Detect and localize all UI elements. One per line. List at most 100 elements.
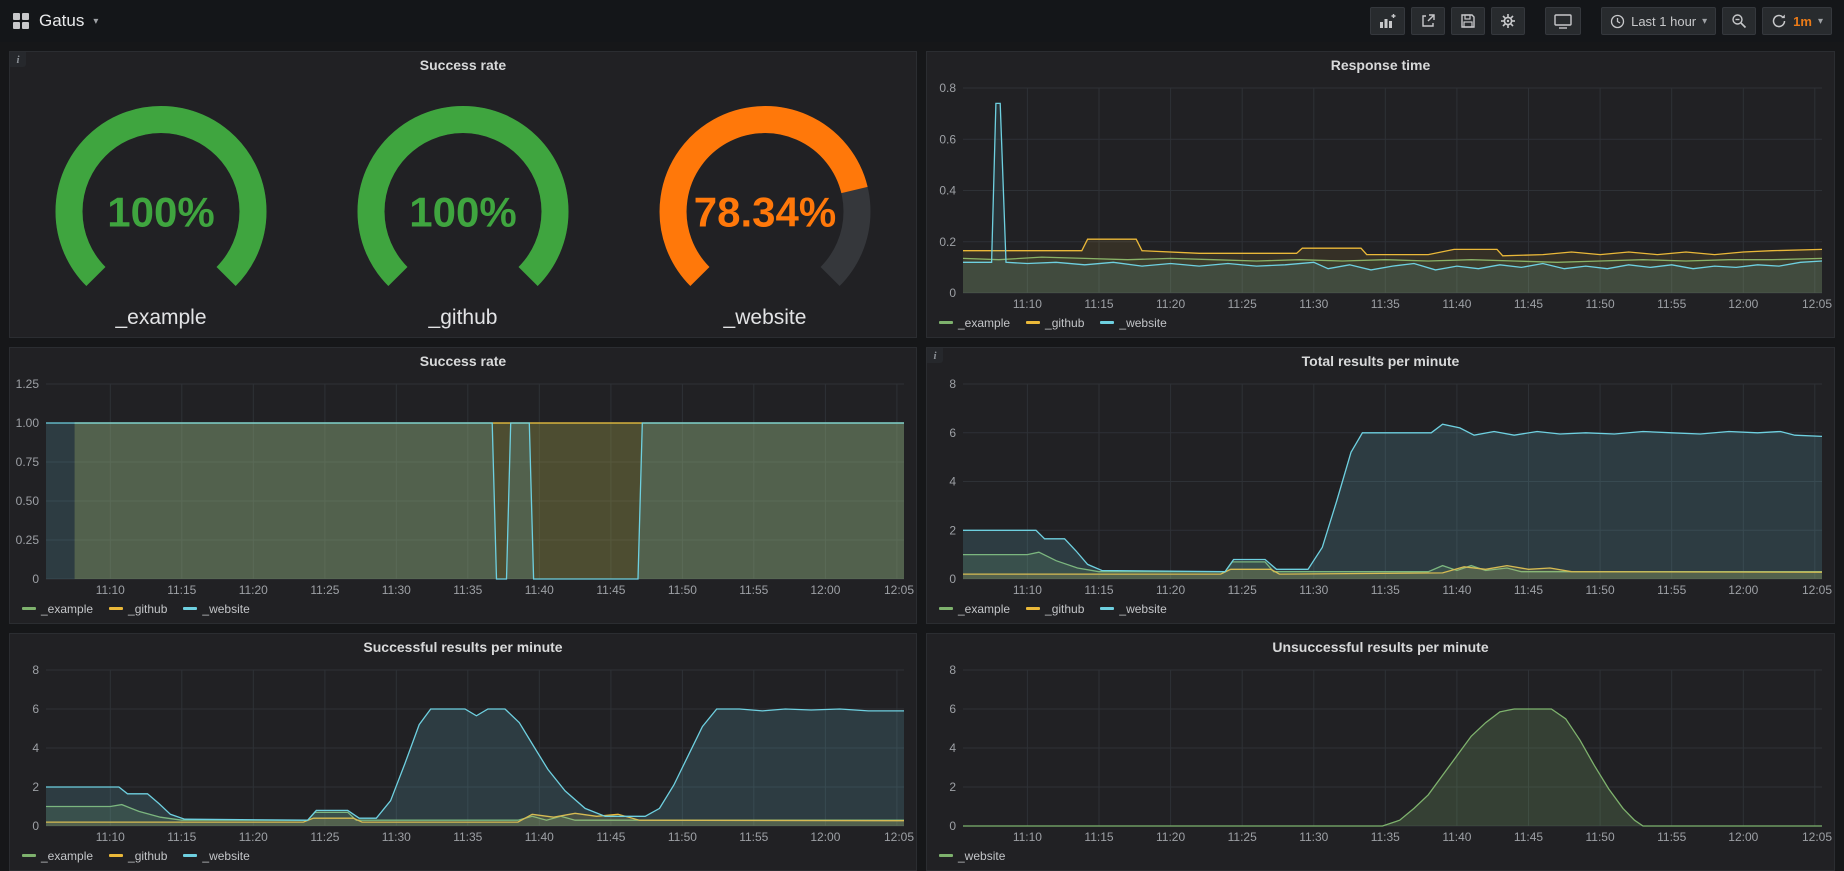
chart-canvas[interactable]: 00.250.500.751.001.2511:1011:1511:2011:2… — [10, 374, 916, 599]
legend-item-_github[interactable]: _github — [1026, 602, 1084, 616]
legend-item-_website[interactable]: _website — [183, 849, 249, 863]
panel-title[interactable]: Response time — [1331, 57, 1431, 73]
panel-title[interactable]: Success rate — [420, 353, 506, 369]
legend-item-_github[interactable]: _github — [109, 602, 167, 616]
legend-item-_website[interactable]: _website — [939, 849, 1005, 863]
x-tick-label: 11:20 — [1156, 830, 1185, 844]
total-results-chart[interactable]: 0246811:1011:1511:2011:2511:3011:3511:40… — [927, 374, 1834, 599]
legend-item-_example[interactable]: _example — [939, 316, 1010, 330]
x-tick-label: 11:25 — [1228, 297, 1257, 311]
chart-legend: _example _github _website — [10, 846, 916, 870]
y-tick-label: 0.25 — [16, 533, 40, 547]
y-tick-label: 0 — [949, 572, 956, 586]
gauge-value: 78.34% — [694, 188, 836, 235]
gauge-arc: 100% — [16, 86, 306, 306]
panel-response-time: Response time 00.20.40.60.811:1011:1511:… — [926, 51, 1835, 338]
x-tick-label: 12:05 — [1802, 297, 1832, 311]
panel-header: Unsuccessful results per minute — [927, 634, 1834, 660]
dashboard-title[interactable]: Gatus — [39, 11, 84, 31]
navbar-left: Gatus ▾ — [12, 11, 98, 31]
y-tick-label: 2 — [949, 780, 956, 794]
x-tick-label: 11:40 — [1442, 297, 1471, 311]
y-tick-label: 2 — [32, 780, 39, 794]
panel-header: Response time — [927, 52, 1834, 78]
chart-canvas[interactable]: 0246811:1011:1511:2011:2511:3011:3511:40… — [10, 660, 916, 846]
share-button[interactable] — [1411, 7, 1445, 35]
unsuccessful-results-chart[interactable]: 0246811:1011:1511:2011:2511:3011:3511:40… — [927, 660, 1834, 846]
y-tick-label: 0.2 — [939, 235, 956, 249]
legend-item-_website[interactable]: _website — [1100, 316, 1166, 330]
x-tick-label: 11:15 — [1084, 830, 1113, 844]
dashboard-caret-icon[interactable]: ▾ — [93, 16, 98, 27]
legend-item-_website[interactable]: _website — [183, 602, 249, 616]
series-area-_website — [963, 424, 1822, 579]
chart-canvas[interactable]: 0246811:1011:1511:2011:2511:3011:3511:40… — [927, 374, 1834, 599]
clock-icon — [1610, 14, 1625, 29]
x-tick-label: 11:30 — [1299, 583, 1328, 597]
panel-title[interactable]: Success rate — [420, 57, 506, 73]
legend-swatch — [939, 607, 953, 610]
x-tick-label: 11:25 — [310, 583, 339, 597]
x-tick-label: 11:30 — [1299, 830, 1328, 844]
x-tick-label: 11:25 — [1228, 830, 1257, 844]
y-tick-label: 2 — [949, 523, 956, 537]
refresh-button[interactable]: 1m ▾ — [1762, 7, 1832, 35]
panel-info-icon[interactable]: i — [927, 348, 943, 363]
x-tick-label: 11:35 — [1371, 583, 1400, 597]
panel-title[interactable]: Successful results per minute — [363, 639, 562, 655]
chart-canvas[interactable]: 0246811:1011:1511:2011:2511:3011:3511:40… — [927, 660, 1834, 846]
panel-unsuccessful-results: Unsuccessful results per minute 0246811:… — [926, 633, 1835, 871]
x-tick-label: 11:20 — [1156, 583, 1185, 597]
x-tick-label: 11:45 — [1514, 297, 1543, 311]
add-panel-icon — [1379, 13, 1396, 29]
x-tick-label: 12:00 — [1728, 583, 1758, 597]
y-tick-label: 0.75 — [16, 455, 40, 469]
add-panel-button[interactable] — [1370, 7, 1405, 35]
successful-results-chart[interactable]: 0246811:1011:1511:2011:2511:3011:3511:40… — [10, 660, 916, 846]
x-tick-label: 11:40 — [1442, 830, 1471, 844]
save-button[interactable] — [1451, 7, 1485, 35]
y-tick-label: 8 — [949, 377, 956, 391]
panel-title[interactable]: Total results per minute — [1302, 353, 1460, 369]
legend-item-_github[interactable]: _github — [109, 849, 167, 863]
legend-item-_example[interactable]: _example — [22, 602, 93, 616]
legend-item-_example[interactable]: _example — [22, 849, 93, 863]
x-tick-label: 11:10 — [1013, 830, 1042, 844]
panel-header: Success rate — [10, 348, 916, 374]
legend-item-_example[interactable]: _example — [939, 602, 1010, 616]
tv-mode-button[interactable] — [1545, 7, 1581, 35]
x-tick-label: 11:55 — [739, 830, 768, 844]
gauge-arc: 78.34% — [620, 86, 910, 306]
zoom-out-button[interactable] — [1722, 7, 1756, 35]
y-tick-label: 1.00 — [16, 416, 40, 430]
legend-item-_github[interactable]: _github — [1026, 316, 1084, 330]
x-tick-label: 11:25 — [1228, 583, 1257, 597]
x-tick-label: 12:05 — [884, 830, 914, 844]
x-tick-label: 11:45 — [1514, 583, 1543, 597]
x-tick-label: 12:00 — [1728, 830, 1758, 844]
x-tick-label: 12:05 — [884, 583, 914, 597]
time-range-caret-icon: ▾ — [1702, 16, 1707, 27]
panel-success-rate-gauges: i Success rate 100%_example100%_github78… — [9, 51, 917, 338]
x-tick-label: 11:40 — [1442, 583, 1471, 597]
response-time-chart[interactable]: 00.20.40.60.811:1011:1511:2011:2511:3011… — [927, 78, 1834, 313]
chart-canvas[interactable]: 00.20.40.60.811:1011:1511:2011:2511:3011… — [927, 78, 1834, 313]
dashboard-grid-icon[interactable] — [12, 12, 30, 30]
panel-title[interactable]: Unsuccessful results per minute — [1272, 639, 1488, 655]
x-tick-label: 11:55 — [1657, 583, 1686, 597]
navbar-right: Last 1 hour ▾ 1m ▾ — [1370, 7, 1832, 35]
panel-info-icon[interactable]: i — [10, 52, 26, 67]
x-tick-label: 11:15 — [167, 583, 196, 597]
settings-button[interactable] — [1491, 7, 1525, 35]
navbar: Gatus ▾ Last 1 hour ▾ 1m — [0, 0, 1844, 42]
gauge-_website: 78.34%_website — [620, 86, 910, 330]
time-range-button[interactable]: Last 1 hour ▾ — [1601, 7, 1716, 35]
x-tick-label: 12:00 — [1728, 297, 1758, 311]
legend-item-_website[interactable]: _website — [1100, 602, 1166, 616]
y-tick-label: 0.6 — [939, 132, 956, 146]
x-tick-label: 11:20 — [239, 583, 268, 597]
x-tick-label: 11:40 — [525, 830, 554, 844]
success-rate-chart[interactable]: 00.250.500.751.001.2511:1011:1511:2011:2… — [10, 374, 916, 599]
refresh-icon — [1771, 13, 1787, 29]
x-tick-label: 11:35 — [1371, 297, 1400, 311]
